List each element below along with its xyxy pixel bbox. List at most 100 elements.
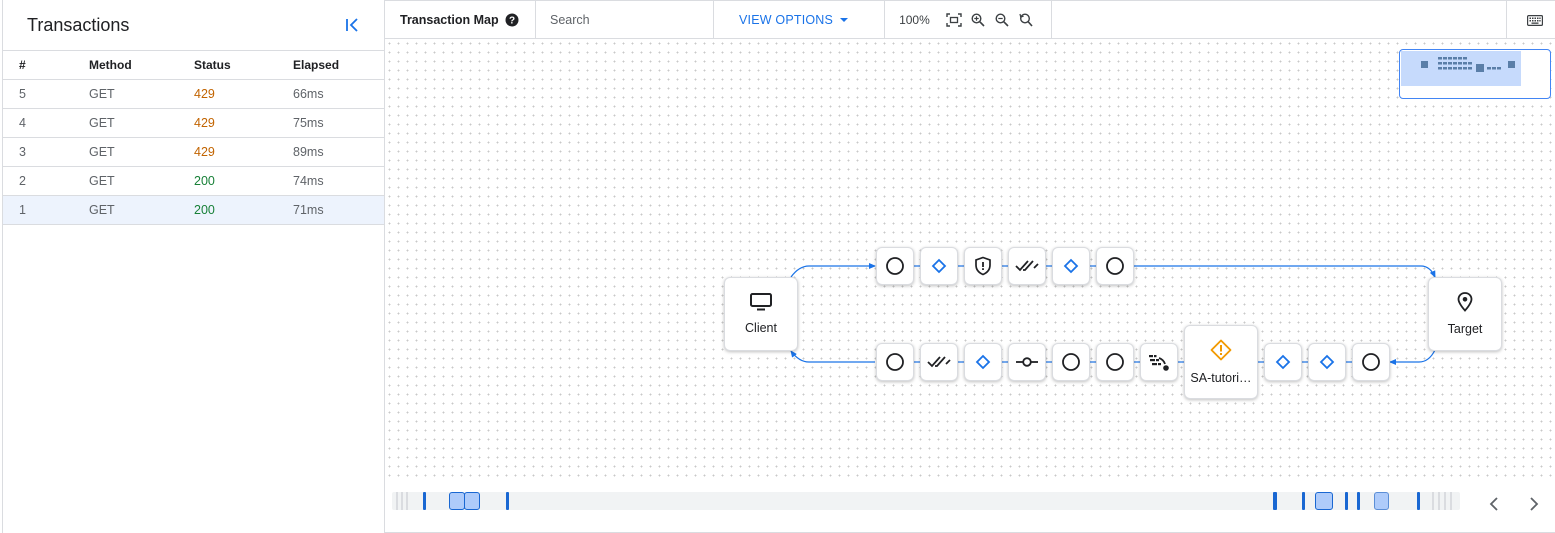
timeline-segment[interactable] xyxy=(449,492,465,510)
timeline-tick xyxy=(1432,492,1434,510)
fit-to-screen-button[interactable] xyxy=(946,12,962,28)
cell-number: 5 xyxy=(3,79,89,109)
cell-status: 429 xyxy=(194,79,293,109)
circle-icon xyxy=(886,353,904,371)
map-title-label: Transaction Map xyxy=(400,12,499,27)
target-label: Target xyxy=(1447,322,1483,336)
zoom-reset-button[interactable] xyxy=(1018,12,1034,28)
request-step-5[interactable] xyxy=(1052,247,1090,285)
cell-method: GET xyxy=(89,195,194,225)
cell-number: 3 xyxy=(3,137,89,167)
timeline-marker[interactable] xyxy=(1302,492,1305,510)
shared-flow-node[interactable]: SA-tutori… xyxy=(1184,325,1258,399)
zoom-in-button[interactable] xyxy=(970,12,986,28)
transactions-table: # Method Status Elapsed 5 GET 429 66ms 4 GET 4… xyxy=(3,51,384,225)
keyboard-shortcuts-button[interactable] xyxy=(1525,12,1545,28)
cell-elapsed: 89ms xyxy=(293,137,384,167)
map-title: Transaction Map ? xyxy=(385,1,536,38)
response-step-4[interactable] xyxy=(1008,343,1046,381)
timeline-tick xyxy=(406,492,408,510)
shield-icon xyxy=(975,256,991,276)
cell-number: 2 xyxy=(3,166,89,196)
diamond-icon xyxy=(1319,354,1335,370)
zoom-out-button[interactable] xyxy=(994,12,1010,28)
response-step-8[interactable] xyxy=(1264,343,1302,381)
target-node[interactable]: Target xyxy=(1428,277,1502,351)
help-icon[interactable]: ? xyxy=(505,13,519,27)
collapse-left-icon xyxy=(346,18,358,32)
panel-title: Transactions xyxy=(27,14,130,35)
collapse-panel-button[interactable] xyxy=(340,13,364,37)
timeline-tick xyxy=(1438,492,1440,510)
timeline-bar xyxy=(385,479,1555,533)
column-header-number[interactable]: # xyxy=(3,51,89,80)
view-options-label: VIEW OPTIONS xyxy=(739,12,834,27)
table-row[interactable]: 1 GET 200 71ms xyxy=(3,195,384,225)
response-step-1[interactable] xyxy=(876,343,914,381)
timeline-marker[interactable] xyxy=(1417,492,1420,510)
commit-icon xyxy=(1016,357,1038,367)
cell-method: GET xyxy=(89,108,194,138)
timeline-marker[interactable] xyxy=(1345,492,1348,510)
chevron-right-icon xyxy=(1530,497,1539,511)
timeline-segment[interactable] xyxy=(1315,492,1333,510)
minimap[interactable] xyxy=(1399,49,1551,99)
timeline-tick xyxy=(1444,492,1446,510)
timeline-marker[interactable] xyxy=(506,492,509,510)
computer-icon xyxy=(750,293,772,311)
view-options-dropdown[interactable]: VIEW OPTIONS xyxy=(714,1,884,38)
column-header-status[interactable]: Status xyxy=(194,51,293,80)
response-step-2[interactable] xyxy=(920,343,958,381)
cell-status: 429 xyxy=(194,108,293,138)
table-row[interactable]: 4 GET 429 75ms xyxy=(3,108,384,138)
shared-flow-label: SA-tutori… xyxy=(1190,371,1252,385)
timeline-segment[interactable] xyxy=(1374,492,1389,510)
timeline-marker[interactable] xyxy=(423,492,426,510)
next-button[interactable] xyxy=(1524,494,1544,514)
cell-elapsed: 75ms xyxy=(293,108,384,138)
cell-number: 4 xyxy=(3,108,89,138)
column-header-elapsed[interactable]: Elapsed xyxy=(293,51,384,80)
request-step-6[interactable] xyxy=(1096,247,1134,285)
cell-elapsed: 66ms xyxy=(293,79,384,109)
timeline-marker[interactable] xyxy=(1357,492,1360,510)
table-row[interactable]: 3 GET 429 89ms xyxy=(3,137,384,167)
minimap-preview xyxy=(1421,57,1515,72)
response-step-6[interactable] xyxy=(1096,343,1134,381)
timeline-segment[interactable] xyxy=(464,492,480,510)
table-row[interactable]: 2 GET 200 74ms xyxy=(3,166,384,196)
table-row[interactable]: 5 GET 429 66ms xyxy=(3,79,384,109)
cell-method: GET xyxy=(89,79,194,109)
minimap-viewport[interactable] xyxy=(1401,51,1521,86)
circle-icon xyxy=(1106,257,1124,275)
request-step-1[interactable] xyxy=(876,247,914,285)
diamond-icon xyxy=(931,258,947,274)
diamond-icon xyxy=(1275,354,1291,370)
response-step-9[interactable] xyxy=(1308,343,1346,381)
client-node[interactable]: Client xyxy=(724,277,798,351)
diamond-icon xyxy=(1063,258,1079,274)
cell-status: 200 xyxy=(194,166,293,196)
response-step-3[interactable] xyxy=(964,343,1002,381)
signal-icon xyxy=(1149,355,1169,371)
warning-icon xyxy=(1210,339,1232,361)
cell-status: 200 xyxy=(194,195,293,225)
response-step-10[interactable] xyxy=(1352,343,1390,381)
response-step-7[interactable] xyxy=(1140,343,1178,381)
request-connector xyxy=(1133,265,1436,278)
transaction-map-canvas[interactable]: Client Target SA-tutori… xyxy=(385,39,1555,479)
request-step-3[interactable] xyxy=(964,247,1002,285)
svg-text:?: ? xyxy=(509,15,515,26)
search-input[interactable] xyxy=(550,12,713,27)
previous-button[interactable] xyxy=(1484,494,1504,514)
response-step-5[interactable] xyxy=(1052,343,1090,381)
circle-icon xyxy=(886,257,904,275)
caret-down-icon xyxy=(840,17,849,22)
request-step-4[interactable] xyxy=(1008,247,1046,285)
column-header-method[interactable]: Method xyxy=(89,51,194,80)
map-toolbar: Transaction Map ? VIEW OPTIONS 100% xyxy=(385,0,1555,39)
request-step-2[interactable] xyxy=(920,247,958,285)
client-label: Client xyxy=(745,321,777,335)
timeline-track[interactable] xyxy=(392,492,1460,510)
timeline-marker[interactable] xyxy=(1273,492,1277,510)
